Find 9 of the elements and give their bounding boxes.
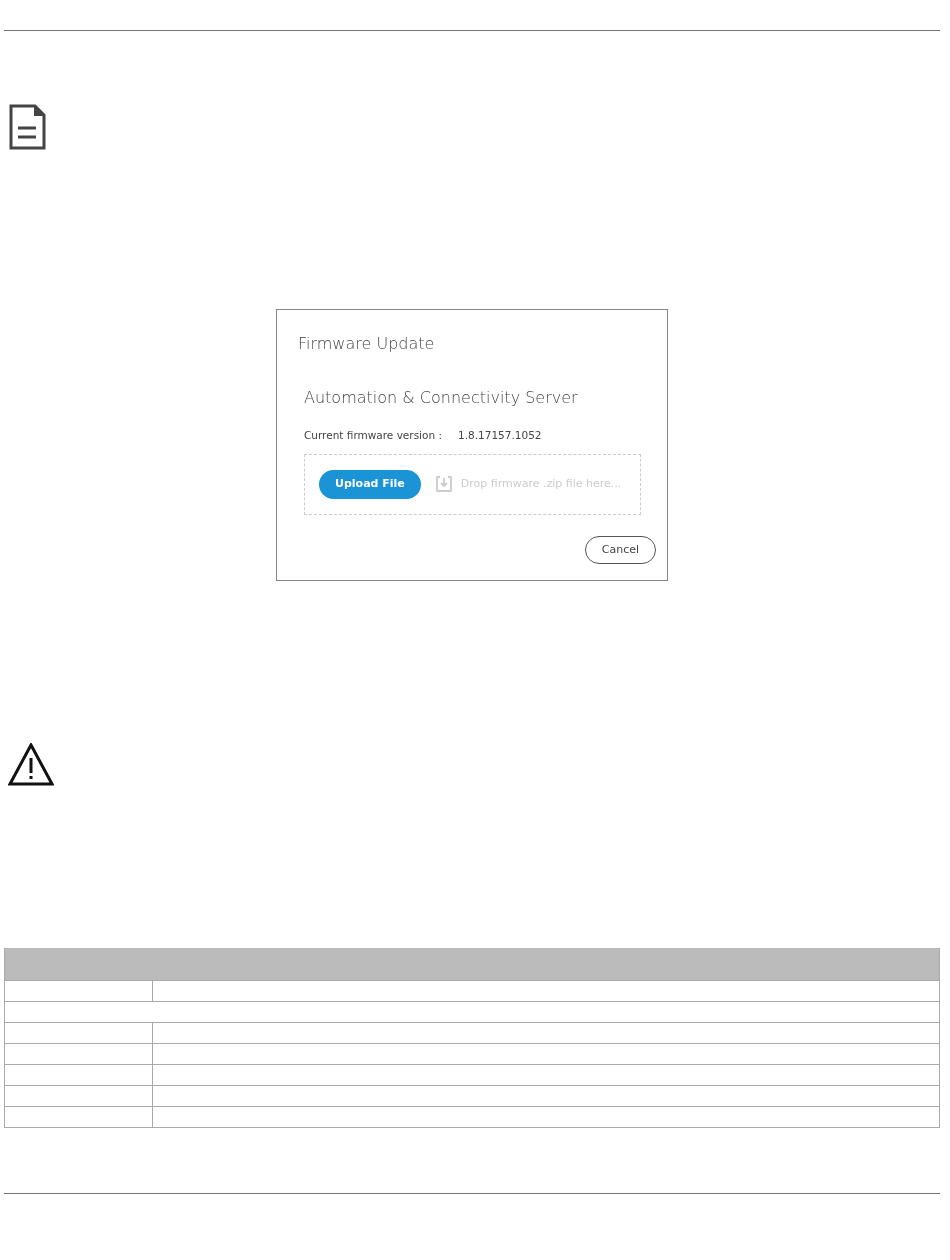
dialog-title: Firmware Update [298,333,436,355]
warning-icon [8,743,54,786]
version-label: Current firmware version : [304,428,442,443]
device-name: Automation & Connectivity Server [304,387,579,409]
document-icon [9,104,46,150]
download-icon [434,475,453,494]
upload-button[interactable]: Upload File [319,470,421,499]
version-value: 1.8.17157.1052 [458,428,542,443]
cancel-button[interactable]: Cancel [584,535,656,565]
